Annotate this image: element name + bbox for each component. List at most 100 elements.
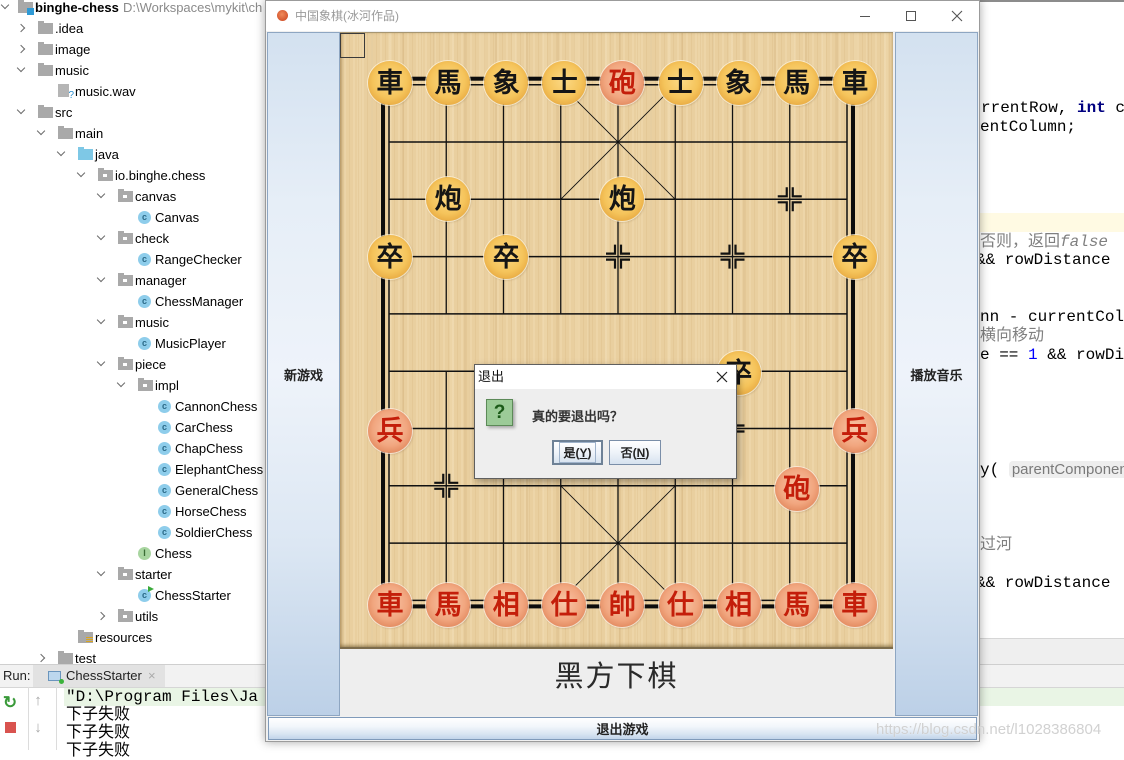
- piece-red-soldier[interactable]: 兵: [368, 409, 412, 453]
- stop-icon[interactable]: [5, 722, 16, 733]
- tree-item[interactable]: .idea: [0, 18, 265, 39]
- code-line[interactable]: 否则，返回false: [980, 232, 1108, 251]
- tree-item[interactable]: c GeneralChess: [0, 480, 265, 501]
- piece-black-soldier[interactable]: 卒: [832, 235, 877, 279]
- code-line[interactable]: y( parentComponen: [980, 460, 1124, 479]
- code-line[interactable]: e == 1 && rowDi: [980, 346, 1124, 365]
- chevron-down-icon[interactable]: [96, 315, 106, 325]
- run-tab-chessstarter[interactable]: ChessStarter ×: [33, 665, 165, 687]
- piece-black-advisor[interactable]: 士: [542, 61, 587, 105]
- chevron-down-icon[interactable]: [116, 378, 126, 388]
- dialog-titlebar[interactable]: 退出: [475, 365, 736, 389]
- minimize-button[interactable]: [842, 1, 888, 31]
- tree-item[interactable]: c RangeChecker: [0, 249, 265, 270]
- tree-item[interactable]: binghe-chess D:\Workspaces\mykit\ch: [0, 0, 265, 18]
- tree-item[interactable]: c CannonChess: [0, 396, 265, 417]
- code-line[interactable]: rrentRow, int c: [981, 99, 1124, 118]
- piece-black-chariot[interactable]: 車: [832, 61, 877, 105]
- piece-red-horse[interactable]: 馬: [426, 583, 471, 627]
- yes-button[interactable]: 是(Y): [552, 440, 603, 465]
- piece-black-horse[interactable]: 馬: [426, 61, 471, 105]
- dialog-close-button[interactable]: [715, 370, 729, 384]
- chevron-down-icon[interactable]: [0, 0, 10, 10]
- tree-item[interactable]: test: [0, 648, 265, 664]
- arrow-up-icon[interactable]: ↑: [28, 693, 48, 709]
- code-line[interactable]: 横向移动: [980, 326, 1044, 345]
- window-titlebar[interactable]: 中国象棋(冰河作品): [266, 1, 979, 31]
- piece-black-soldier[interactable]: 卒: [368, 235, 412, 279]
- tree-item[interactable]: piece: [0, 354, 265, 375]
- exit-game-button[interactable]: 退出游戏: [268, 717, 977, 740]
- tree-item[interactable]: music: [0, 60, 265, 81]
- tree-item[interactable]: music: [0, 312, 265, 333]
- code-line[interactable]: entColumn;: [980, 118, 1076, 137]
- tree-item[interactable]: manager: [0, 270, 265, 291]
- new-game-button[interactable]: 新游戏: [267, 32, 340, 716]
- chevron-right-icon[interactable]: [16, 44, 26, 54]
- piece-red-advisor[interactable]: 仕: [658, 583, 703, 627]
- tree-item[interactable]: utils: [0, 606, 265, 627]
- tree-item[interactable]: c ChessManager: [0, 291, 265, 312]
- chevron-down-icon[interactable]: [76, 168, 86, 178]
- piece-black-advisor[interactable]: 士: [658, 61, 703, 105]
- tree-item[interactable]: c MusicPlayer: [0, 333, 265, 354]
- tree-item[interactable]: c SoldierChess: [0, 522, 265, 543]
- piece-black-elephant[interactable]: 象: [716, 61, 761, 105]
- tree-item[interactable]: io.binghe.chess: [0, 165, 265, 186]
- arrow-down-icon[interactable]: ↓: [28, 720, 48, 736]
- chess-board[interactable]: 車馬象士砲士象馬車炮炮卒卒卒卒兵兵砲車馬相仕帥仕相馬車: [340, 32, 893, 649]
- close-button[interactable]: [934, 1, 980, 31]
- chevron-right-icon[interactable]: [16, 23, 26, 33]
- piece-red-cannon[interactable]: 砲: [774, 467, 819, 511]
- code-line[interactable]: && rowDistance: [976, 574, 1110, 593]
- chevron-down-icon[interactable]: [96, 357, 106, 367]
- chevron-right-icon[interactable]: [36, 653, 46, 663]
- piece-red-advisor[interactable]: 仕: [542, 583, 587, 627]
- tree-item[interactable]: main: [0, 123, 265, 144]
- tree-item[interactable]: c ChessStarter: [0, 585, 265, 606]
- code-line[interactable]: && rowDistance: [976, 251, 1110, 270]
- tree-item[interactable]: src: [0, 102, 265, 123]
- piece-red-elephant[interactable]: 相: [484, 583, 529, 627]
- piece-red-chariot[interactable]: 車: [368, 583, 412, 627]
- tree-item[interactable]: I Chess: [0, 543, 265, 564]
- tree-item[interactable]: starter: [0, 564, 265, 585]
- tree-item[interactable]: resources: [0, 627, 265, 648]
- piece-red-elephant[interactable]: 相: [716, 583, 761, 627]
- tree-item[interactable]: music.wav: [0, 81, 265, 102]
- close-icon[interactable]: ×: [148, 665, 156, 687]
- tree-item[interactable]: image: [0, 39, 265, 60]
- tree-item[interactable]: check: [0, 228, 265, 249]
- rerun-icon[interactable]: ↻: [0, 694, 20, 711]
- tree-item[interactable]: impl: [0, 375, 265, 396]
- tree-item[interactable]: c ElephantChess: [0, 459, 265, 480]
- chevron-down-icon[interactable]: [16, 63, 26, 73]
- tree-item[interactable]: c HorseChess: [0, 501, 265, 522]
- chevron-down-icon[interactable]: [96, 189, 106, 199]
- chevron-down-icon[interactable]: [16, 105, 26, 115]
- piece-red-chariot[interactable]: 車: [832, 583, 877, 627]
- piece-black-soldier[interactable]: 卒: [484, 235, 529, 279]
- piece-black-chariot[interactable]: 車: [368, 61, 412, 105]
- tree-item[interactable]: canvas: [0, 186, 265, 207]
- piece-red-horse[interactable]: 馬: [774, 583, 819, 627]
- chevron-down-icon[interactable]: [56, 147, 66, 157]
- piece-black-horse[interactable]: 馬: [774, 61, 819, 105]
- code-line[interactable]: nn - currentCol: [980, 308, 1124, 327]
- maximize-button[interactable]: [888, 1, 934, 31]
- tree-item[interactable]: c CarChess: [0, 417, 265, 438]
- chevron-down-icon[interactable]: [96, 273, 106, 283]
- chevron-down-icon[interactable]: [96, 231, 106, 241]
- piece-black-cannon[interactable]: 炮: [426, 177, 471, 221]
- code-line[interactable]: 过河: [980, 535, 1012, 554]
- chevron-right-icon[interactable]: [96, 611, 106, 621]
- tree-item[interactable]: java: [0, 144, 265, 165]
- chevron-down-icon[interactable]: [36, 126, 46, 136]
- tree-item[interactable]: c ChapChess: [0, 438, 265, 459]
- no-button[interactable]: 否(N): [609, 440, 661, 465]
- piece-red-soldier[interactable]: 兵: [832, 409, 877, 453]
- tree-item[interactable]: c Canvas: [0, 207, 265, 228]
- piece-black-elephant[interactable]: 象: [484, 61, 529, 105]
- code-editor[interactable]: rrentRow, int c entColumn; 否则，返回false && ro…: [960, 0, 1124, 664]
- play-music-button[interactable]: 播放音乐: [895, 32, 978, 716]
